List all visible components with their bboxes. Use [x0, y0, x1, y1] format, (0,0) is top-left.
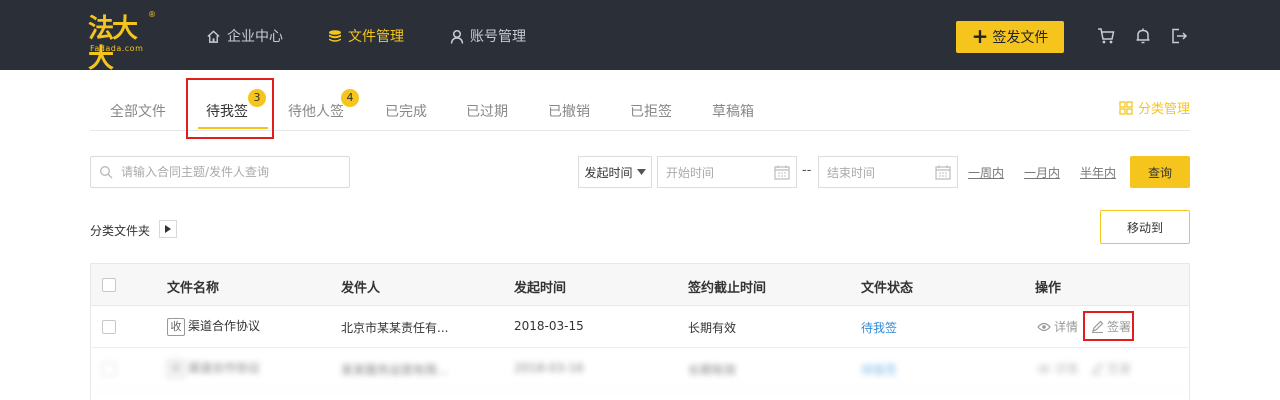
eye-icon [1037, 322, 1051, 331]
nav-item-enterprise-center[interactable]: 企业中心 [206, 25, 283, 47]
pen-icon [1092, 362, 1104, 375]
date-type-value: 发起时间 [584, 165, 633, 180]
received-tag: 收 [167, 317, 185, 336]
file-name-cell[interactable]: 收渠道合作协议 [167, 317, 260, 336]
file-name: 渠道合作协议 [188, 319, 261, 333]
sign-button[interactable]: 签署 [1091, 360, 1131, 377]
category-folder-label: 分类文件夹 [90, 224, 151, 238]
header-file-name: 文件名称 [167, 281, 220, 296]
home-icon [207, 29, 220, 43]
table-row: 收渠道合作协议 某某服务运营有限... 2018-03-16 长期有效 待我签 … [91, 348, 1189, 390]
start-date-field[interactable]: 开始时间 [657, 156, 797, 188]
sender-cell: 某某服务运营有限... [341, 363, 449, 377]
search-input[interactable] [121, 165, 341, 179]
category-manage-label: 分类管理 [1137, 102, 1190, 117]
detail-label: 详情 [1054, 362, 1079, 376]
file-name: 渠道合作协议 [188, 361, 261, 375]
end-date-field[interactable]: 结束时间 [818, 156, 958, 188]
plus-icon: + [971, 24, 989, 48]
start-time-cell: 2018-03-15 [514, 319, 584, 333]
coins-icon [329, 30, 341, 42]
table-row: 收渠道合作协议 北京市某某责任有... 2018-03-15 长期有效 待我签 … [91, 306, 1189, 348]
tab-rejected[interactable]: 已拒签 [630, 101, 672, 121]
quick-filter-month[interactable]: 一月内 [1024, 164, 1060, 181]
start-time-cell: 2018-03-16 [514, 361, 584, 375]
logout-icon[interactable] [1170, 27, 1188, 45]
logo-registered-mark: ® [148, 10, 156, 19]
search-icon [99, 165, 113, 179]
end-date-placeholder: 结束时间 [827, 165, 876, 180]
header-actions: 操作 [1035, 281, 1062, 296]
header-start-time: 发起时间 [514, 281, 567, 296]
detail-button[interactable]: 详情 [1037, 318, 1078, 335]
grid-icon [1119, 100, 1133, 115]
folder-expand-button[interactable] [159, 220, 177, 238]
cart-icon[interactable] [1097, 27, 1115, 45]
header-deadline: 签约截止时间 [688, 281, 767, 296]
nav-item-file-management[interactable]: 文件管理 [328, 25, 404, 47]
detail-button[interactable]: 详情 [1037, 360, 1078, 377]
category-manage-link[interactable]: 分类管理 [1119, 98, 1190, 117]
nav-label: 文件管理 [348, 29, 404, 45]
brand-logo[interactable]: 法大大 ® Fadada.com [88, 10, 156, 74]
sign-label: 签署 [1107, 362, 1132, 376]
pending-others-badge: 4 [341, 89, 359, 107]
nav-item-account-management[interactable]: 账号管理 [450, 25, 526, 47]
highlight-box-sign [1083, 311, 1134, 341]
detail-label: 详情 [1054, 320, 1079, 334]
calendar-icon[interactable] [935, 165, 951, 180]
nav-label: 账号管理 [470, 29, 526, 45]
documents-table: 文件名称 发件人 发起时间 签约截止时间 文件状态 操作 收渠道合作协议 北京市… [90, 263, 1190, 400]
row-checkbox[interactable] [102, 362, 116, 376]
status-cell[interactable]: 待我签 [861, 361, 897, 378]
quick-filter-halfyear[interactable]: 半年内 [1080, 164, 1116, 181]
caret-right-icon [165, 225, 171, 233]
header-status: 文件状态 [861, 281, 914, 296]
nav-label: 企业中心 [227, 29, 283, 45]
deadline-cell: 长期有效 [688, 363, 737, 377]
tab-revoked[interactable]: 已撤销 [548, 101, 590, 121]
bell-icon[interactable] [1134, 27, 1152, 45]
tab-all-files[interactable]: 全部文件 [110, 101, 166, 121]
search-box [90, 156, 350, 188]
header-sender: 发件人 [341, 281, 381, 296]
status-tabs: 全部文件 待我签 3 待他人签 4 已完成 已过期 已撤销 已拒签 草稿箱 分类… [90, 78, 1190, 139]
top-header: 法大大 ® Fadada.com 企业中心 文件管理 账号管理 + 签发文件 [0, 0, 1280, 74]
table-header: 文件名称 发件人 发起时间 签约截止时间 文件状态 操作 [91, 264, 1189, 306]
eye-icon [1037, 364, 1051, 373]
status-cell[interactable]: 待我签 [861, 319, 897, 336]
caret-down-icon [636, 169, 646, 175]
move-to-button[interactable]: 移动到 [1100, 210, 1190, 244]
query-button[interactable]: 查询 [1130, 156, 1190, 188]
tab-pending-others-signature[interactable]: 待他人签 [288, 101, 344, 121]
date-range-separator: -- [802, 163, 812, 178]
tab-expired[interactable]: 已过期 [466, 101, 508, 121]
row-checkbox[interactable] [102, 320, 116, 334]
tab-drafts[interactable]: 草稿箱 [712, 101, 754, 121]
select-all-checkbox[interactable] [102, 278, 116, 292]
logo-subtitle: Fadada.com [90, 44, 144, 53]
send-file-button[interactable]: + 签发文件 [956, 21, 1064, 53]
send-file-label: 签发文件 [992, 30, 1049, 46]
received-tag: 收 [167, 359, 185, 378]
deadline-cell: 长期有效 [688, 321, 737, 335]
file-name-cell[interactable]: 收渠道合作协议 [167, 359, 260, 378]
sender-cell: 北京市某某责任有... [341, 321, 449, 335]
date-type-select[interactable]: 发起时间 [578, 156, 652, 188]
user-icon [450, 29, 464, 44]
start-date-placeholder: 开始时间 [666, 165, 715, 180]
quick-filter-week[interactable]: 一周内 [968, 164, 1004, 181]
tab-completed[interactable]: 已完成 [385, 101, 427, 121]
highlight-box-tab [186, 78, 274, 139]
calendar-icon[interactable] [774, 165, 790, 180]
